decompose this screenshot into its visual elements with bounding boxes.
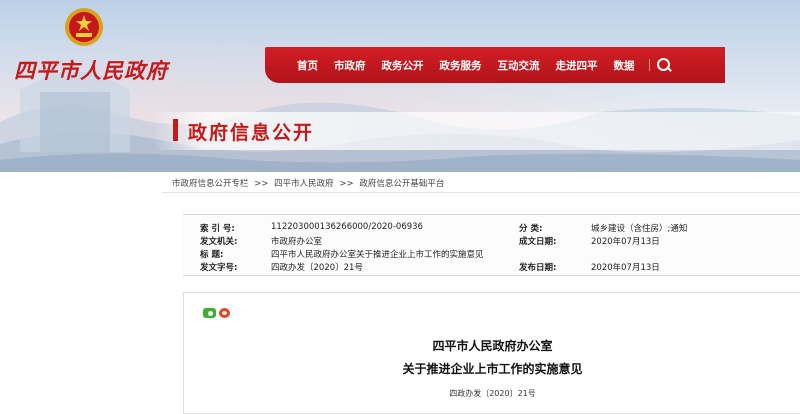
breadcrumb-separator: >>	[339, 179, 354, 189]
written-date-value: 2020年07月13日	[591, 237, 660, 247]
document-issuer: 四平市人民政府办公室	[432, 339, 553, 353]
nav-city-government[interactable]: 市政府	[326, 58, 374, 73]
nav-government-affairs-public[interactable]: 政务公开	[374, 58, 432, 73]
publish-date-value: 2020年07月13日	[591, 263, 660, 273]
nav-interaction[interactable]: 互动交流	[490, 58, 548, 73]
header-banner: 四平市人民政府 首页 市政府 政务公开 政务服务 互动交流 走进四平 数据 政府…	[0, 0, 800, 172]
document-metadata-table: 索 引 号: 11220300013626600​0/2020-06936 分 …	[183, 214, 800, 276]
doc-number-label: 发文字号:	[200, 263, 238, 273]
metadata-row: 索 引 号: 11220300013626600​0/2020-06936 分 …	[183, 222, 800, 235]
nav-home[interactable]: 首页	[289, 58, 326, 73]
written-date-label: 成文日期:	[519, 237, 557, 247]
category-value: 城乡建设（含住房）;通知	[591, 224, 688, 234]
index-label: 索 引 号:	[200, 224, 235, 234]
document-title: 关于推进企业上市工作的实施意见	[402, 362, 583, 376]
category-label: 分 类:	[519, 224, 543, 234]
nav-government-services[interactable]: 政务服务	[432, 58, 490, 73]
metadata-row: 标 题: 四平市人民政府办公室关于推进企业上市工作的实施意见	[183, 248, 800, 261]
nav-data[interactable]: 数据	[606, 58, 643, 73]
breadcrumb: 市政府信息公开专栏 >> 四平市人民政府 >> 政府信息公开基础平台	[172, 177, 444, 189]
document-body: 四平市人民政府办公室 关于推进企业上市工作的实施意见 四政办发〔2020〕21号	[183, 292, 800, 414]
weibo-icon[interactable]	[219, 308, 230, 318]
title-value: 四平市人民政府办公室关于推进企业上市工作的实施意见	[271, 250, 484, 260]
issuer-value: 市政府办公室	[271, 237, 323, 247]
breadcrumb-divider	[162, 192, 800, 193]
publish-date-label: 发布日期:	[519, 263, 557, 273]
title-label: 标 题:	[200, 250, 224, 260]
nav-divider	[648, 59, 650, 71]
section-accent-bar	[173, 119, 178, 141]
doc-number-value: 四政办发〔2020〕21号	[271, 263, 363, 273]
index-value: 11220300013626600​0/2020-06936	[271, 222, 423, 232]
breadcrumb-separator: >>	[254, 179, 269, 189]
breadcrumb-item-base-platform[interactable]: 政府信息公开基础平台	[359, 179, 444, 189]
breadcrumb-item-gov-info-column[interactable]: 市政府信息公开专栏	[172, 179, 249, 189]
issuer-label: 发文机关:	[200, 237, 238, 247]
metadata-row: 发文机关: 市政府办公室 成文日期: 2020年07月13日	[183, 235, 800, 248]
nav-about-siping[interactable]: 走进四平	[548, 58, 606, 73]
national-emblem-icon	[65, 8, 103, 46]
document-number: 四政办发〔2020〕21号	[449, 389, 536, 398]
main-navbar: 首页 市政府 政务公开 政务服务 互动交流 走进四平 数据	[265, 47, 725, 83]
section-title: 政府信息公开	[188, 122, 315, 144]
breadcrumb-item-city-government[interactable]: 四平市人民政府	[274, 179, 334, 189]
wechat-icon[interactable]	[203, 308, 216, 318]
site-title[interactable]: 四平市人民政府	[14, 55, 168, 85]
search-icon[interactable]	[656, 57, 672, 73]
metadata-row: 发文字号: 四政办发〔2020〕21号 发布日期: 2020年07月13日	[183, 261, 800, 274]
